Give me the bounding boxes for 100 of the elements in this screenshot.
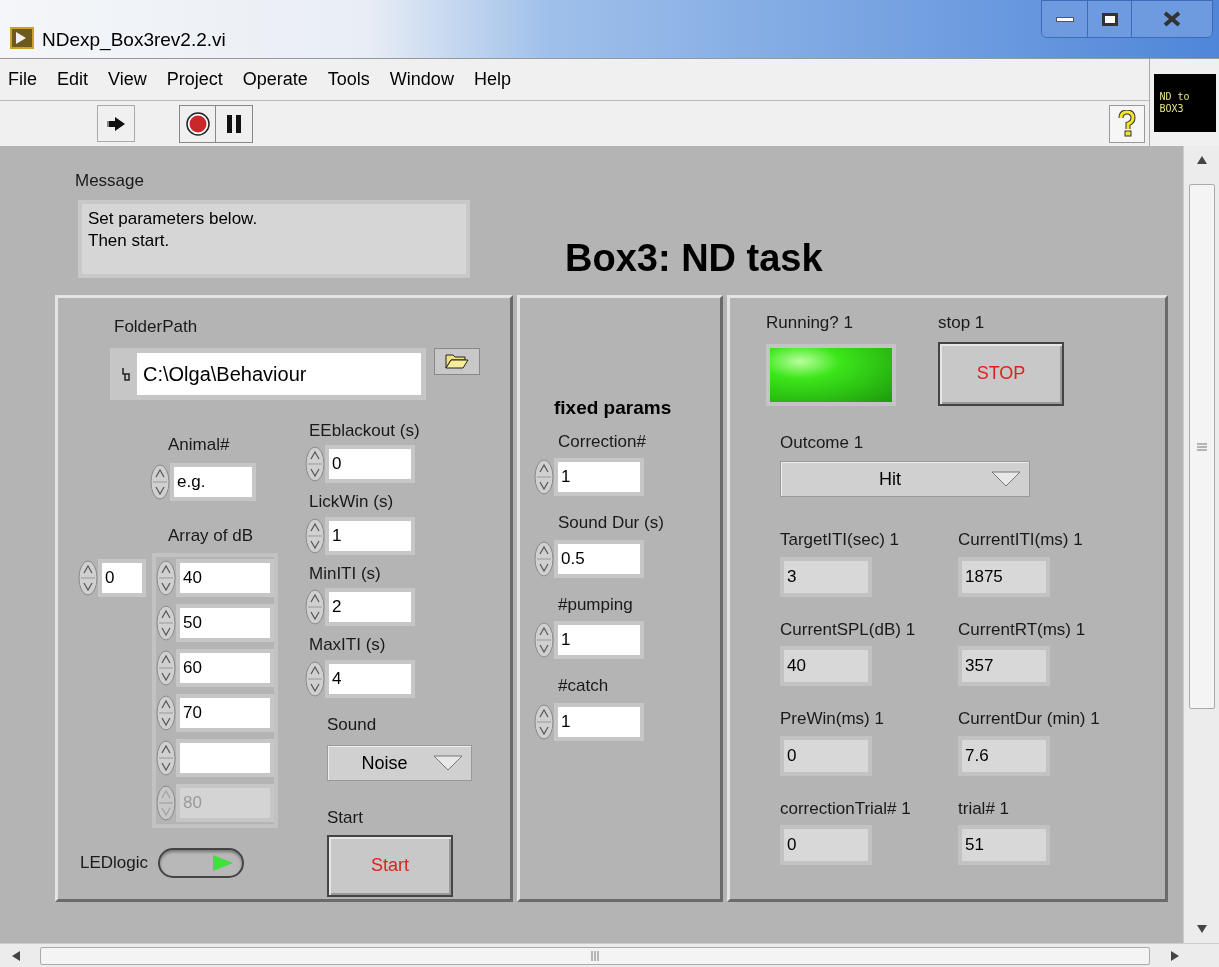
window-title: NDexp_Box3rev2.2.vi <box>42 28 226 53</box>
number-field[interactable]: 1 <box>554 702 644 741</box>
indicator-field: 40 <box>780 646 872 686</box>
section-title: fixed params <box>554 396 673 420</box>
number-field[interactable]: 1 <box>554 621 644 659</box>
control-label: #catch <box>558 675 610 697</box>
control-label: Start <box>327 807 364 829</box>
control-label: LickWin (s) <box>309 491 395 513</box>
menu-item[interactable]: Help <box>463 66 521 93</box>
app-icon <box>10 27 34 49</box>
control-label: CurrentITI(ms) 1 <box>958 529 1084 551</box>
toggle-switch[interactable] <box>158 847 245 878</box>
spinner-buttons[interactable] <box>534 622 554 658</box>
spinner-buttons[interactable] <box>534 540 554 577</box>
message-box: Set parameters below. Then start. <box>78 199 470 278</box>
indicator-field: 0 <box>780 825 872 865</box>
number-field[interactable]: 4 <box>325 659 415 698</box>
minimize-button[interactable] <box>1042 1 1088 37</box>
spinner-buttons[interactable] <box>156 694 176 731</box>
spinner-buttons[interactable] <box>150 464 170 500</box>
down-arrow-icon <box>1196 925 1207 933</box>
spinner-buttons[interactable] <box>156 739 176 776</box>
indicator-field: 1875 <box>958 556 1050 597</box>
number-field[interactable]: 60 <box>176 648 274 687</box>
grip-icon <box>1196 442 1207 451</box>
folder-icon <box>445 353 469 369</box>
logo-text: ND to <box>1159 90 1191 103</box>
control-label: Sound <box>327 713 378 736</box>
help-button[interactable] <box>1109 104 1145 143</box>
right-arrow-icon <box>1171 950 1179 961</box>
number-field[interactable]: 2 <box>325 588 415 626</box>
spinner-buttons[interactable] <box>305 589 325 625</box>
browse-button[interactable] <box>434 347 480 375</box>
control-label: FolderPath <box>114 316 199 338</box>
number-field[interactable]: 50 <box>176 603 274 642</box>
indicator-field: 3 <box>780 556 872 597</box>
number-field[interactable]: 1 <box>554 458 644 496</box>
control-label: Message <box>75 170 145 192</box>
scroll-thumb[interactable] <box>1188 184 1215 709</box>
spinner-buttons[interactable] <box>156 559 176 596</box>
number-field[interactable]: 40 <box>176 558 274 597</box>
close-icon <box>1162 11 1182 27</box>
control-label: EEblackout (s) <box>309 419 421 442</box>
number-field[interactable]: 0.5 <box>554 539 644 578</box>
spinner-buttons[interactable] <box>156 649 176 686</box>
run-button[interactable] <box>97 105 135 142</box>
menu-item[interactable]: File <box>0 66 47 93</box>
control-label: Running? 1 <box>766 312 854 334</box>
control-label: Outcome 1 <box>780 431 865 454</box>
question-icon <box>1117 109 1137 138</box>
spinner-buttons[interactable] <box>305 446 325 482</box>
number-field[interactable]: 1 <box>325 516 415 555</box>
horizontal-scrollbar[interactable] <box>0 943 1219 967</box>
control-label: TargetITI(sec) 1 <box>780 529 901 551</box>
pause-icon <box>227 114 241 133</box>
path-value: C:\Olga\Behaviour <box>143 361 307 387</box>
spinner-buttons[interactable] <box>534 703 554 740</box>
up-arrow-icon <box>1196 156 1207 164</box>
spinner-buttons[interactable] <box>305 660 325 697</box>
control-label: Sound Dur (s) <box>558 512 665 534</box>
path-icon <box>122 366 130 381</box>
control-label: LEDlogic <box>80 851 149 874</box>
path-field[interactable]: C:\Olga\Behaviour <box>110 347 426 400</box>
indicator-field: 0 <box>780 735 872 776</box>
left-arrow-icon <box>12 950 20 961</box>
control-label: trial# 1 <box>958 797 1011 820</box>
dropdown[interactable]: Hit <box>780 461 1030 497</box>
spinner-buttons[interactable] <box>534 459 554 495</box>
vertical-scrollbar[interactable] <box>1183 146 1219 943</box>
control-label: Array of dB <box>168 525 255 547</box>
control-label: Animal# <box>168 433 231 456</box>
number-field[interactable]: e.g. <box>170 463 256 501</box>
control-label: PreWin(ms) 1 <box>780 708 885 730</box>
control-label: Correction# <box>558 430 647 453</box>
menu-item[interactable]: Tools <box>317 66 380 93</box>
menu-item[interactable]: Project <box>156 66 233 93</box>
number-field[interactable]: 70 <box>176 693 274 732</box>
close-button[interactable] <box>1132 1 1212 37</box>
menu-item[interactable]: View <box>98 66 157 93</box>
indicator-field: 357 <box>958 646 1050 686</box>
spinner-buttons[interactable] <box>78 559 98 596</box>
control-label: CurrentSPL(dB) 1 <box>780 618 917 641</box>
menu-item[interactable]: Operate <box>232 66 318 93</box>
number-field[interactable] <box>176 738 274 777</box>
stop-icon <box>185 111 210 136</box>
spinner-buttons[interactable] <box>305 517 325 554</box>
control-label: stop 1 <box>938 312 986 334</box>
menu-item[interactable]: Edit <box>47 66 99 93</box>
control-label: CurrentDur (min) 1 <box>958 708 1101 730</box>
number-field[interactable]: 0 <box>325 445 415 483</box>
arrow-icon <box>105 114 127 133</box>
caret-icon <box>433 755 463 771</box>
page-heading: Box3: ND task <box>565 236 823 281</box>
menu-item[interactable]: Window <box>379 66 464 93</box>
scroll-thumb[interactable] <box>40 946 1150 965</box>
number-field[interactable]: 0 <box>98 558 146 597</box>
spinner-buttons[interactable] <box>156 604 176 641</box>
maximize-button[interactable] <box>1088 1 1132 37</box>
dropdown[interactable]: Noise <box>327 745 472 781</box>
arrow-icon <box>212 853 235 872</box>
